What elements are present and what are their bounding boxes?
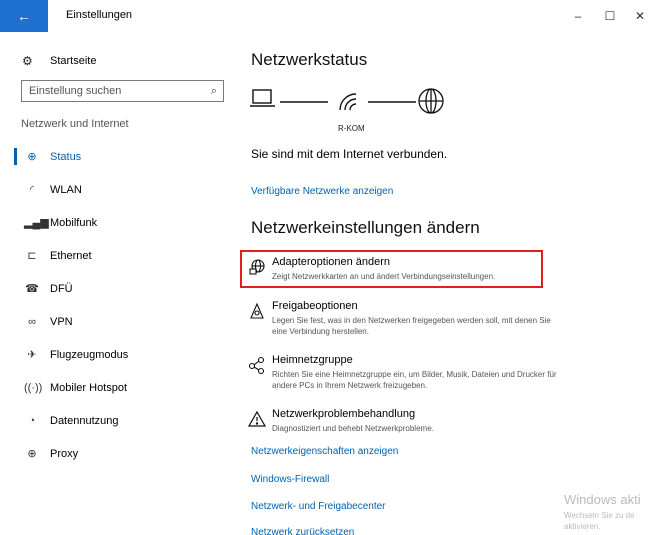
firewall-link[interactable]: Windows-Firewall [251,474,329,485]
wifi-icon: ◜ [29,184,35,196]
search-icon[interactable]: ⌕ [211,81,217,101]
cellular-icon: ▂▄▆ [24,217,49,229]
connection-status-text: Sie sind mit dem Internet verbunden. [251,147,448,161]
dialup-icon: ☎ [25,283,39,295]
sidebar-item-datennutzung[interactable]: ◔ Datennutzung [0,404,230,437]
sidebar-item-dfü[interactable]: ☎ DFÜ [0,272,230,305]
network-properties-link[interactable]: Netzwerkeigenschaften anzeigen [251,446,398,457]
search-placeholder: Einstellung suchen [29,85,122,97]
sidebar-nav: ⊕ Status ◜ WLAN ▂▄▆ Mobilfunk ⊏ Ethernet ☎ DFÜ ∞ VP… [0,140,230,470]
sidebar-item-status[interactable]: ⊕ Status [0,140,230,173]
sidebar-item-proxy[interactable]: ⊕ Proxy [0,437,230,470]
settings-search-input[interactable]: Einstellung suchen ⌕ [21,80,224,102]
sidebar-item-label: Mobilfunk [50,216,98,229]
sidebar-item-label: VPN [50,315,73,328]
main-content: Netzwerkstatus R-KOM Sie sind mit dem In… [240,32,652,535]
activation-watermark-line: aktivieren. [564,522,601,531]
network-name: R-KOM [338,124,365,133]
adapter-icon [249,259,265,275]
back-arrow-icon: ← [17,8,31,24]
sidebar-item-flugzeugmodus[interactable]: ✈ Flugzeugmodus [0,338,230,371]
activation-watermark-text: Wechseln Sie zu de aktivieren. [564,510,635,532]
page-title: Netzwerkstatus [251,50,368,69]
sidebar-item-ethernet[interactable]: ⊏ Ethernet [0,239,230,272]
sidebar-item-label: Status [50,150,82,163]
hotspot-icon: ((·)) [24,381,43,394]
sidebar-item-label: Mobiler Hotspot [50,381,128,394]
activation-watermark-line: Wechseln Sie zu de [564,511,635,520]
home-label: Startseite [50,55,97,67]
sharing-center-link[interactable]: Netzwerk- und Freigabecenter [251,501,386,512]
section-title-change-settings: Netzwerkeinstellungen ändern [251,218,480,237]
option-title: Freigabeoptionen [272,300,358,312]
sidebar-item-label: Proxy [50,447,79,460]
sidebar: ⚙ Startseite Einstellung suchen ⌕ Netzwe… [0,32,230,535]
option-description: Diagnostiziert und behebt Netzwerkproble… [272,424,434,433]
sidebar-item-label: Flugzeugmodus [50,348,129,361]
vpn-icon: ∞ [28,315,36,328]
network-status-icon: ⊕ [27,151,37,163]
warning-triangle-icon [248,410,266,427]
close-button[interactable]: ✕ [628,6,652,26]
sidebar-item-label: Datennutzung [50,414,119,427]
data-usage-icon: ◔ [28,414,36,427]
title-bar: ← Einstellungen – ☐ ✕ [0,0,652,32]
wifi-signal-icon [339,93,357,111]
sidebar-item-wlan[interactable]: ◜ WLAN [0,173,230,206]
proxy-icon: ⊕ [27,448,37,460]
option-title: Adapteroptionen ändern [272,256,391,268]
airplane-icon: ✈ [27,349,37,361]
ethernet-icon: ⊏ [27,250,37,262]
home-link[interactable]: ⚙ Startseite [22,54,96,68]
homegroup-icon [248,356,265,374]
sidebar-item-mobiler-hotspot[interactable]: ((·)) Mobiler Hotspot [0,371,230,404]
pc-icon [250,89,275,107]
option-description: Richten Sie eine Heimnetzgruppe ein, um … [272,370,557,390]
option-description: Legen Sie fest, was in den Netzwerken fr… [272,316,551,336]
option-title: Netzwerkproblembehandlung [272,408,416,420]
minimize-button[interactable]: – [566,6,590,26]
network-reset-link[interactable]: Netzwerk zurücksetzen [251,527,354,535]
show-networks-link[interactable]: Verfügbare Netzwerke anzeigen [251,186,393,197]
activation-watermark-title: Windows akti [564,492,641,507]
sidebar-item-mobilfunk[interactable]: ▂▄▆ Mobilfunk [0,206,230,239]
option-title: Heimnetzgruppe [272,354,353,366]
back-button[interactable]: ← [0,0,48,32]
window-title: Einstellungen [66,9,133,21]
sidebar-item-label: WLAN [50,183,82,196]
sidebar-item-label: DFÜ [50,282,73,295]
sidebar-group-label: Netzwerk und Internet [21,118,129,130]
sidebar-item-label: Ethernet [50,249,92,262]
maximize-button[interactable]: ☐ [598,6,622,26]
sharing-icon [250,302,264,319]
globe-icon [418,88,444,114]
sidebar-item-vpn[interactable]: ∞ VPN [0,305,230,338]
option-description: Zeigt Netzwerkkarten an und ändert Verbi… [272,272,496,281]
gear-icon: ⚙ [22,54,33,68]
